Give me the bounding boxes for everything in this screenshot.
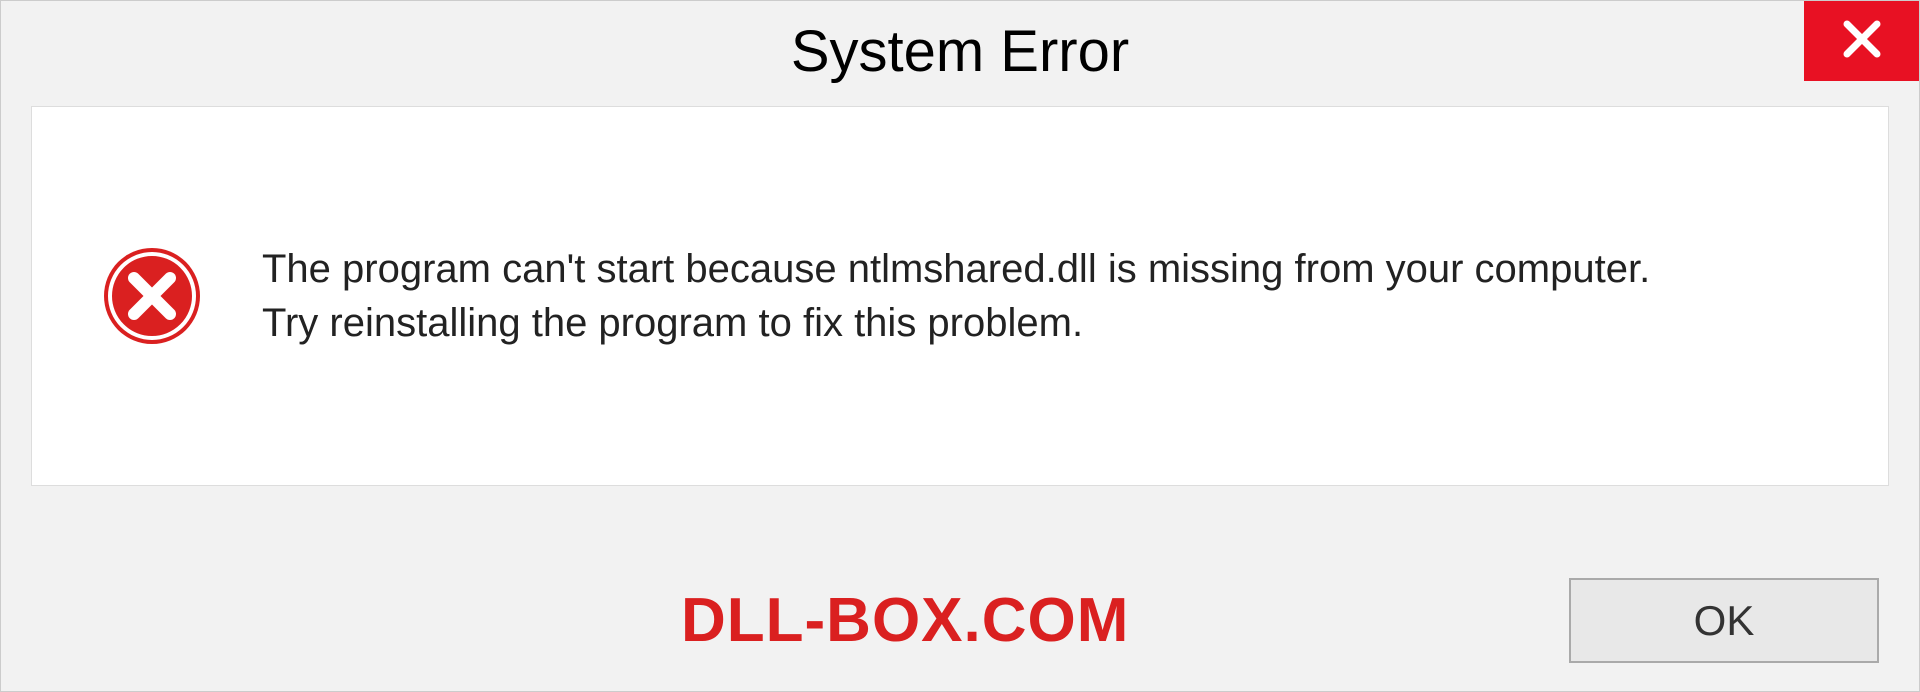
dialog-title: System Error xyxy=(791,18,1129,85)
error-message: The program can't start because ntlmshar… xyxy=(262,242,1712,350)
watermark-text: DLL-BOX.COM xyxy=(681,585,1129,656)
error-icon xyxy=(102,246,202,346)
close-button[interactable] xyxy=(1804,1,1919,81)
close-icon xyxy=(1842,19,1882,64)
ok-button[interactable]: OK xyxy=(1569,578,1879,663)
dialog-footer: DLL-BOX.COM OK xyxy=(1,578,1919,663)
titlebar: System Error xyxy=(1,1,1919,101)
message-panel: The program can't start because ntlmshar… xyxy=(31,106,1889,486)
